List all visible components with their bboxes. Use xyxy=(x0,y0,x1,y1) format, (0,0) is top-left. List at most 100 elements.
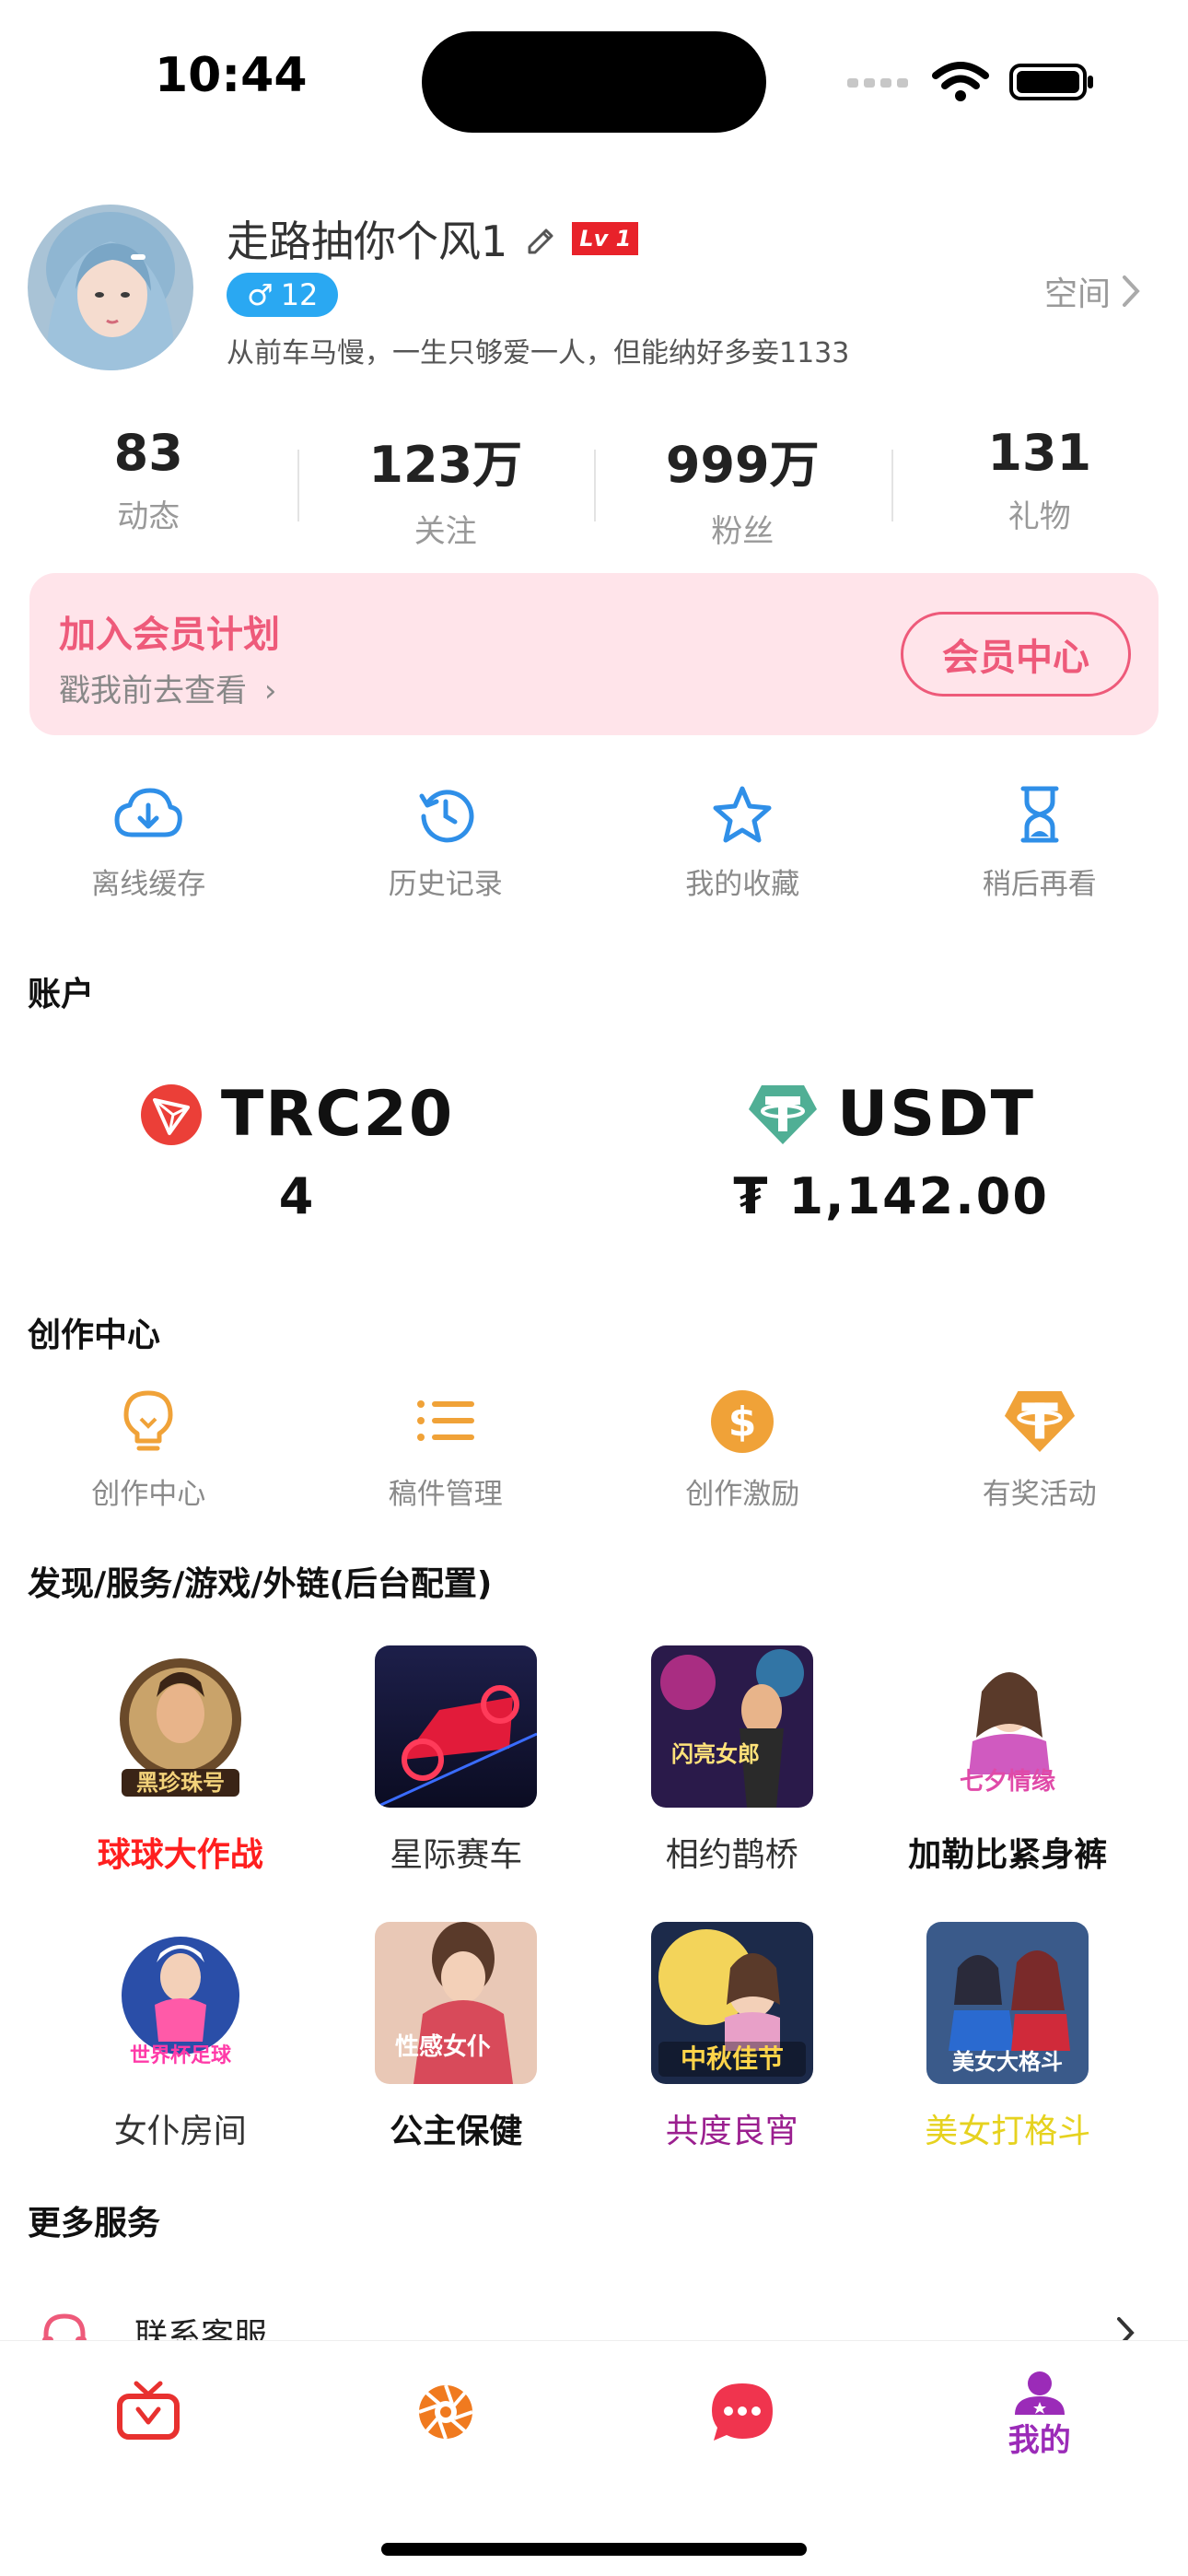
stat-label: 粉丝 xyxy=(711,513,775,550)
account-trc20[interactable]: TRC20 4 xyxy=(0,1078,594,1244)
tron-icon xyxy=(140,1083,202,1145)
creator-action-label: 有奖活动 xyxy=(982,1478,1097,1511)
creator-action-label: 稿件管理 xyxy=(388,1478,503,1511)
game-label: 球球大作战 xyxy=(97,1836,263,1874)
games-row-1: 黑珍珠号 球球大作战 星际赛车 闪亮女郎 相约鹊桥 七夕情缘 加勒比紧身裤 xyxy=(0,1645,1188,1876)
battery-icon xyxy=(1009,64,1093,100)
discover-section-title: 发现/服务/游戏/外链(后台配置) xyxy=(28,1565,493,1603)
profile-name-row: 走路抽你个风1 Lv 1 xyxy=(227,208,639,269)
quick-action-label: 历史记录 xyxy=(388,868,503,901)
game-item[interactable]: 中秋佳节 共度良宵 xyxy=(594,1922,870,2152)
status-time: 10:44 xyxy=(155,48,308,103)
space-label: 空间 xyxy=(1043,275,1111,313)
history-icon xyxy=(419,790,474,843)
game-item[interactable]: 美女大格斗 美女打格斗 xyxy=(870,1922,1147,2152)
quick-actions: 离线缓存 历史记录 我的收藏 稍后再看 xyxy=(0,785,1188,902)
game-label: 共度良宵 xyxy=(665,2113,798,2150)
chat-icon xyxy=(712,2383,774,2441)
stat-value: 123万 xyxy=(368,436,523,494)
tab-discover[interactable] xyxy=(297,2341,595,2576)
quick-action-history[interactable]: 历史记录 xyxy=(297,785,595,902)
tab-profile[interactable]: 我的 xyxy=(891,2341,1188,2576)
game-thumbnail: 美女大格斗 xyxy=(926,1922,1089,2084)
game-item[interactable]: 世界杯足球 女仆房间 xyxy=(42,1922,319,2152)
stat-gifts[interactable]: 131 礼物 xyxy=(891,424,1188,553)
creator-action-manage[interactable]: 稿件管理 xyxy=(297,1389,595,1512)
account-balances: TRC20 4 USDT ₮ 1,142.00 xyxy=(0,1078,1188,1244)
list-icon xyxy=(416,1400,474,1441)
quick-action-offline-cache[interactable]: 离线缓存 xyxy=(0,785,297,902)
edit-icon[interactable] xyxy=(524,223,555,254)
thumb-text: 黑珍珠号 xyxy=(136,1770,225,1796)
game-label: 公主保健 xyxy=(390,2113,523,2150)
svg-text:$: $ xyxy=(728,1399,757,1446)
account-value: 4 xyxy=(278,1167,316,1225)
avatar[interactable] xyxy=(28,205,193,370)
vip-banner[interactable]: 加入会员计划 戳我前去查看 › 会员中心 xyxy=(29,573,1159,735)
thumb-text: 世界杯足球 xyxy=(130,2044,232,2067)
game-thumbnail xyxy=(375,1645,538,1808)
quick-action-favorites[interactable]: 我的收藏 xyxy=(594,785,891,902)
thumb-text: 中秋佳节 xyxy=(681,2043,784,2074)
game-item[interactable]: 黑珍珠号 球球大作战 xyxy=(42,1645,319,1876)
wifi-icon xyxy=(932,62,989,101)
level-badge: Lv 1 xyxy=(572,222,639,255)
tab-label: 我的 xyxy=(1007,2422,1071,2459)
account-head: USDT xyxy=(594,1078,1188,1151)
account-name: TRC20 xyxy=(220,1078,455,1151)
game-label: 加勒比紧身裤 xyxy=(908,1836,1108,1874)
stat-value: 131 xyxy=(987,424,1092,482)
avatar-image xyxy=(28,205,193,370)
tab-video[interactable] xyxy=(0,2341,297,2576)
account-usdt[interactable]: USDT ₮ 1,142.00 xyxy=(594,1078,1188,1244)
profile-icon xyxy=(1014,2371,1065,2415)
stat-label: 动态 xyxy=(117,498,181,535)
game-thumbnail: 七夕情缘 xyxy=(926,1645,1089,1808)
creator-section-title: 创作中心 xyxy=(28,1317,161,1354)
cellular-signal-icon xyxy=(847,78,908,88)
account-value: ₮ 1,142.00 xyxy=(733,1167,1049,1225)
account-name: USDT xyxy=(836,1078,1036,1151)
quick-action-label: 离线缓存 xyxy=(91,868,206,901)
game-item[interactable]: 性感女仆 公主保健 xyxy=(319,1922,595,2152)
tab-messages[interactable] xyxy=(594,2341,891,2576)
tab-bar: 我的 xyxy=(0,2340,1188,2576)
cloud-download-icon xyxy=(114,788,183,837)
vip-subtitle-row: 戳我前去查看 › xyxy=(59,665,276,710)
game-item[interactable]: 闪亮女郎 相约鹊桥 xyxy=(594,1645,870,1876)
gender-age-badge: ♂ 12 xyxy=(227,273,339,317)
creator-action-center[interactable]: 创作中心 xyxy=(0,1389,297,1512)
stat-label: 关注 xyxy=(413,513,477,550)
dynamic-island xyxy=(422,31,766,133)
stat-fans[interactable]: 999万 粉丝 xyxy=(594,424,891,553)
game-item[interactable]: 七夕情缘 加勒比紧身裤 xyxy=(870,1645,1147,1876)
home-indicator xyxy=(381,2543,807,2556)
status-bar: 10:44 xyxy=(0,0,1188,138)
vip-center-button[interactable]: 会员中心 xyxy=(901,612,1131,697)
vip-title: 加入会员计划 xyxy=(59,614,280,656)
status-icons xyxy=(847,61,1096,103)
stat-label: 礼物 xyxy=(1007,498,1071,535)
profile-stats: 83 动态 123万 关注 999万 粉丝 131 礼物 xyxy=(0,424,1188,553)
quick-action-watch-later[interactable]: 稍后再看 xyxy=(891,785,1188,902)
tv-icon xyxy=(117,2381,181,2440)
game-thumbnail: 黑珍珠号 xyxy=(99,1645,262,1808)
stat-following[interactable]: 123万 关注 xyxy=(297,424,595,553)
creator-action-rewards[interactable]: 有奖活动 xyxy=(891,1389,1188,1512)
creator-action-incentive[interactable]: $ 创作激励 xyxy=(594,1389,891,1512)
game-label: 女仆房间 xyxy=(113,2113,247,2150)
hourglass-icon xyxy=(1020,786,1059,843)
game-thumbnail: 中秋佳节 xyxy=(650,1922,813,2084)
space-link[interactable]: 空间 xyxy=(1044,267,1140,315)
stat-posts[interactable]: 83 动态 xyxy=(0,424,297,553)
stat-value: 83 xyxy=(113,424,183,482)
star-icon xyxy=(713,786,772,843)
account-section-title: 账户 xyxy=(28,976,95,1013)
game-thumbnail: 性感女仆 xyxy=(375,1922,538,2084)
chevron-right-icon: › xyxy=(263,673,277,709)
dollar-icon: $ xyxy=(711,1390,775,1453)
game-thumbnail: 世界杯足球 xyxy=(99,1922,262,2084)
game-item[interactable]: 星际赛车 xyxy=(319,1645,595,1876)
thumb-text: 闪亮女郎 xyxy=(671,1741,760,1767)
game-label: 美女打格斗 xyxy=(925,2113,1091,2150)
